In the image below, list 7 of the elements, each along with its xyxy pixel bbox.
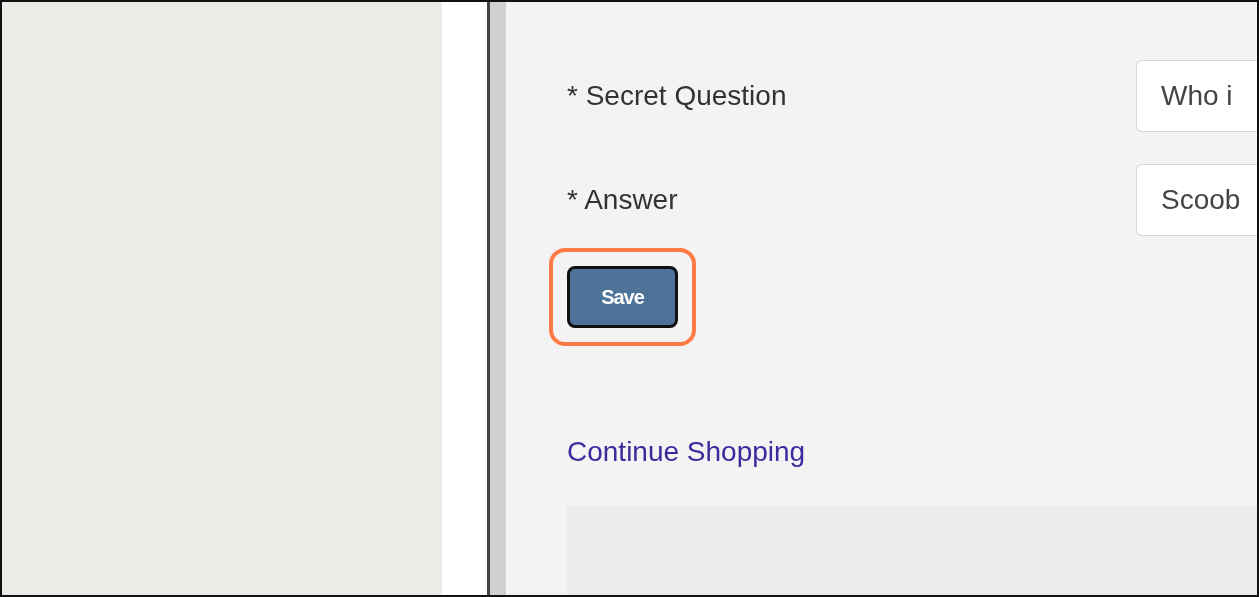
save-button[interactable]: Save <box>567 266 678 328</box>
field-label: * Secret Question <box>567 80 788 112</box>
scroll-bar[interactable] <box>490 2 506 595</box>
field-label: * Answer <box>567 184 679 216</box>
continue-shopping-link[interactable]: Continue Shopping <box>567 436 806 468</box>
input-field[interactable]: Scoob <box>1136 164 1257 236</box>
input-field[interactable]: Who i <box>1136 60 1257 132</box>
